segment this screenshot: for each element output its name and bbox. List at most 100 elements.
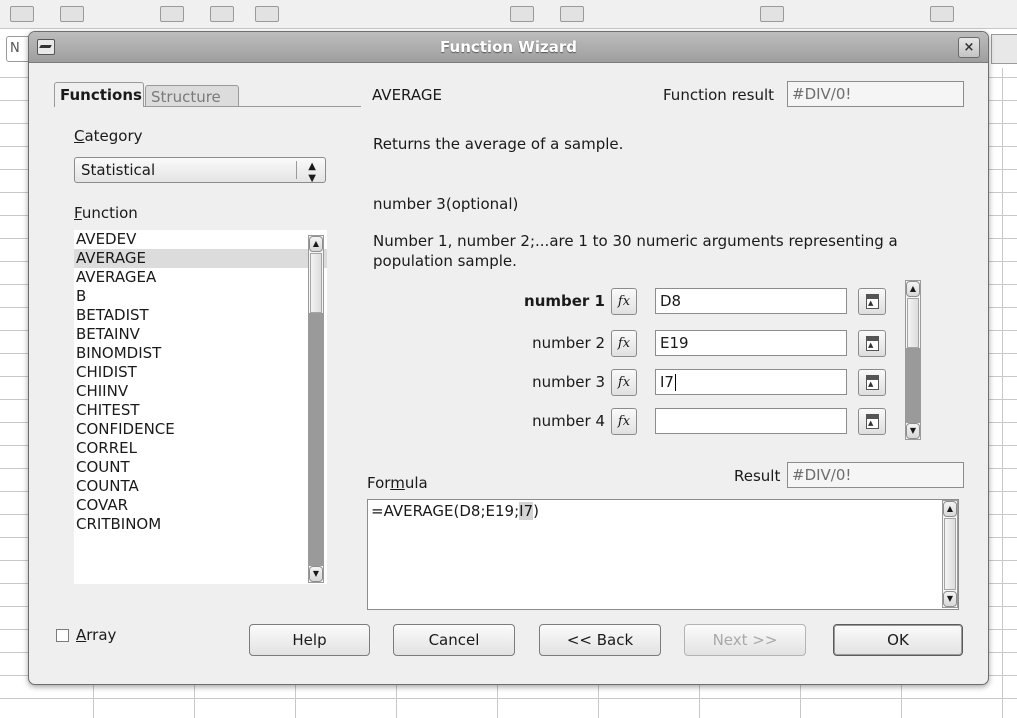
back-button[interactable]: << Back	[539, 624, 661, 656]
array-checkbox[interactable]	[56, 629, 69, 642]
list-item[interactable]: COVAR	[74, 496, 327, 515]
argument-description-line2: population sample.	[373, 252, 517, 270]
category-label-text: ategory	[84, 127, 143, 145]
scroll-thumb[interactable]	[907, 298, 919, 348]
shrink-button[interactable]	[858, 288, 886, 315]
formula-editor[interactable]: =AVERAGE(D8;E19;I7)	[367, 499, 959, 610]
ok-button[interactable]: OK	[833, 624, 963, 656]
toolbar-button[interactable]	[930, 6, 954, 22]
formula-scrollbar[interactable]: ▲ ▼	[942, 500, 958, 608]
arg-input-number-4[interactable]	[655, 408, 847, 434]
tab-structure[interactable]: Structure	[145, 85, 239, 107]
help-label: Help	[292, 631, 327, 649]
fx-icon[interactable]: fx	[611, 330, 637, 357]
toolbar-button[interactable]	[510, 6, 534, 22]
category-value: Statistical	[81, 161, 156, 179]
scroll-track[interactable]	[309, 313, 323, 566]
fx-icon[interactable]: fx	[611, 369, 637, 396]
list-item[interactable]: CRITBINOM	[74, 515, 327, 534]
text-caret	[674, 374, 676, 391]
cancel-button[interactable]: Cancel	[393, 624, 515, 656]
arg-input-number-3[interactable]: I7	[655, 369, 847, 395]
toolbar-button[interactable]	[255, 6, 279, 22]
toolbar	[0, 0, 1017, 29]
function-description: Returns the average of a sample.	[373, 135, 624, 153]
arg-input-number-3-value: I7	[660, 373, 674, 391]
shrink-button[interactable]	[858, 408, 886, 435]
list-item[interactable]: CHIINV	[74, 382, 327, 401]
category-label-mnemonic: C	[74, 127, 85, 145]
argument-description-line1: Number 1, number 2;...are 1 to 30 numeri…	[373, 232, 898, 250]
scroll-up-arrow-icon[interactable]: ▲	[906, 281, 920, 297]
formula-text-highlight: I7	[519, 502, 534, 520]
list-item[interactable]: BINOMDIST	[74, 344, 327, 363]
shrink-button[interactable]	[858, 369, 886, 396]
list-item[interactable]: CORREL	[74, 439, 327, 458]
toolbar-button[interactable]	[210, 6, 234, 22]
formula-label-part2: ula	[404, 474, 428, 492]
formula-label: Formula	[367, 474, 428, 492]
scroll-thumb[interactable]	[944, 518, 956, 590]
scroll-down-arrow-icon[interactable]: ▼	[943, 591, 957, 607]
shrink-icon	[866, 414, 879, 429]
function-list-scrollbar[interactable]: ▲ ▼	[308, 235, 324, 583]
function-list[interactable]: AVEDEV AVERAGE AVERAGEA B BETADIST BETAI…	[74, 230, 327, 584]
close-button[interactable]: ×	[958, 37, 980, 58]
array-label-text: rray	[86, 626, 117, 644]
arg-label-number-1: number 1	[524, 292, 605, 310]
scroll-track[interactable]	[906, 348, 920, 423]
scroll-thumb[interactable]	[310, 253, 322, 313]
arguments-scrollbar[interactable]: ▲ ▼	[905, 280, 921, 440]
list-item[interactable]: CHIDIST	[74, 363, 327, 382]
scroll-up-arrow-icon[interactable]: ▲	[309, 236, 323, 252]
scroll-down-arrow-icon[interactable]: ▼	[309, 566, 323, 582]
list-item[interactable]: BETAINV	[74, 325, 327, 344]
function-label-mnemonic: F	[74, 204, 82, 222]
combo-separator	[296, 161, 297, 179]
fx-icon[interactable]: fx	[611, 408, 637, 435]
arg-input-number-1[interactable]: D8	[655, 288, 847, 314]
function-label-text: unction	[81, 204, 138, 222]
argument-title: number 3(optional)	[373, 195, 519, 213]
category-select[interactable]: Statistical ▲ ▼	[74, 157, 326, 184]
help-button[interactable]: Help	[249, 624, 370, 656]
dialog-titlebar[interactable]: Function Wizard ×	[29, 32, 988, 63]
ok-label: OK	[887, 631, 909, 649]
toolbar-button[interactable]	[560, 6, 584, 22]
shrink-icon	[866, 294, 879, 309]
list-item[interactable]: B	[74, 287, 327, 306]
toolbar-button[interactable]	[160, 6, 184, 22]
shrink-button[interactable]	[858, 330, 886, 357]
dialog-title: Function Wizard	[440, 38, 577, 56]
tab-functions[interactable]: Functions	[54, 82, 144, 107]
function-result-label: Function result	[663, 86, 775, 104]
formula-bar-button[interactable]	[991, 34, 1017, 64]
scroll-up-arrow-icon[interactable]: ▲	[943, 501, 957, 517]
function-wizard-dialog: Function Wizard × Functions Structure Ca…	[28, 31, 989, 685]
toolbar-button[interactable]	[60, 6, 84, 22]
arg-input-number-2[interactable]: E19	[655, 330, 847, 356]
toolbar-button[interactable]	[760, 6, 784, 22]
fx-icon[interactable]: fx	[611, 288, 637, 315]
list-item[interactable]: CHITEST	[74, 401, 327, 420]
formula-text-prefix: =AVERAGE(D8;E19;	[371, 502, 520, 520]
list-item[interactable]: BETADIST	[74, 306, 327, 325]
toolbar-button[interactable]	[10, 6, 34, 22]
list-item[interactable]: AVERAGEA	[74, 268, 327, 287]
shrink-icon	[866, 375, 879, 390]
cancel-label: Cancel	[428, 631, 480, 649]
formula-label-part1: For	[367, 474, 391, 492]
back-label: << Back	[566, 631, 634, 649]
shrink-icon	[866, 336, 879, 351]
list-item[interactable]: COUNTA	[74, 477, 327, 496]
next-button[interactable]: Next >>	[684, 624, 806, 656]
list-item[interactable]: AVEDEV	[74, 230, 327, 249]
scroll-down-arrow-icon[interactable]: ▼	[906, 423, 920, 439]
list-item[interactable]: CONFIDENCE	[74, 420, 327, 439]
list-item-selected[interactable]: AVERAGE	[74, 249, 327, 268]
function-label: Function	[74, 204, 138, 222]
function-result-field: #DIV/0!	[787, 81, 964, 107]
result-label: Result	[734, 467, 781, 485]
list-item[interactable]: COUNT	[74, 458, 327, 477]
category-label: Category	[74, 127, 143, 145]
